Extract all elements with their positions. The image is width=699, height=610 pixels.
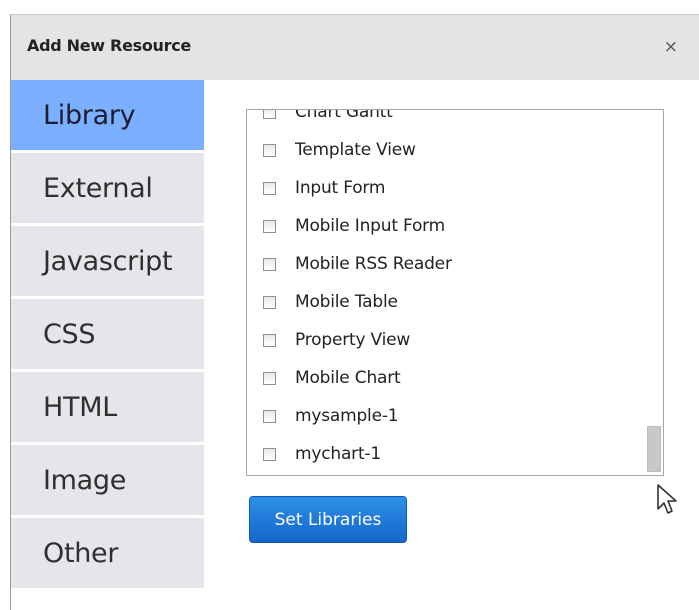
checkbox[interactable] bbox=[263, 181, 276, 195]
checkbox[interactable] bbox=[263, 257, 276, 271]
list-item-input-form[interactable]: Input Form bbox=[247, 169, 647, 207]
list-item-property-view[interactable]: Property View bbox=[247, 321, 647, 359]
list-item-chart-gantt[interactable]: Chart Gantt bbox=[247, 109, 647, 131]
add-resource-dialog: Add New Resource × Library External Java… bbox=[10, 14, 699, 610]
list-scrollbar[interactable] bbox=[645, 110, 663, 475]
list-item-mobile-rss-reader[interactable]: Mobile RSS Reader bbox=[247, 245, 647, 283]
tab-javascript[interactable]: Javascript bbox=[11, 226, 204, 296]
list-item-label: Input Form bbox=[295, 178, 386, 198]
dialog-titlebar: Add New Resource × bbox=[11, 15, 699, 80]
tab-css[interactable]: CSS bbox=[11, 299, 204, 369]
list-item-label: Mobile Chart bbox=[295, 368, 401, 388]
resource-type-sidebar: Library External Javascript CSS HTML Ima… bbox=[11, 80, 204, 591]
list-item-label: Mobile Table bbox=[295, 292, 398, 312]
library-items: Chart Gantt Template View Input Form Mob… bbox=[247, 109, 647, 473]
list-item-mobile-input-form[interactable]: Mobile Input Form bbox=[247, 207, 647, 245]
list-item-label: Chart Gantt bbox=[295, 109, 393, 122]
checkbox[interactable] bbox=[263, 143, 276, 157]
checkbox[interactable] bbox=[263, 447, 276, 461]
list-item-mobile-table[interactable]: Mobile Table bbox=[247, 283, 647, 321]
mouse-pointer-icon bbox=[657, 484, 677, 514]
list-item-template-view[interactable]: Template View bbox=[247, 131, 647, 169]
set-libraries-button[interactable]: Set Libraries bbox=[249, 496, 407, 543]
checkbox[interactable] bbox=[263, 409, 276, 423]
tab-image[interactable]: Image bbox=[11, 445, 204, 515]
tab-library[interactable]: Library bbox=[11, 80, 204, 150]
list-item-mobile-chart[interactable]: Mobile Chart bbox=[247, 359, 647, 397]
tab-other[interactable]: Other bbox=[11, 518, 204, 588]
list-item-mysample-1[interactable]: mysample-1 bbox=[247, 397, 647, 435]
tab-html[interactable]: HTML bbox=[11, 372, 204, 442]
checkbox[interactable] bbox=[263, 371, 276, 385]
library-list[interactable]: Chart Gantt Template View Input Form Mob… bbox=[246, 109, 664, 476]
list-item-label: mysample-1 bbox=[295, 406, 399, 426]
checkbox[interactable] bbox=[263, 333, 276, 347]
checkbox[interactable] bbox=[263, 295, 276, 309]
checkbox[interactable] bbox=[263, 219, 276, 233]
list-item-mychart-1[interactable]: mychart-1 bbox=[247, 435, 647, 473]
scrollbar-thumb[interactable] bbox=[647, 426, 661, 472]
list-item-label: Template View bbox=[295, 140, 416, 160]
tab-external[interactable]: External bbox=[11, 153, 204, 223]
checkbox[interactable] bbox=[263, 110, 276, 119]
dialog-title: Add New Resource bbox=[27, 36, 191, 55]
list-item-label: Mobile RSS Reader bbox=[295, 254, 452, 274]
list-item-label: mychart-1 bbox=[295, 444, 381, 464]
close-icon[interactable]: × bbox=[664, 39, 678, 56]
list-item-label: Property View bbox=[295, 330, 411, 350]
list-item-label: Mobile Input Form bbox=[295, 216, 446, 236]
